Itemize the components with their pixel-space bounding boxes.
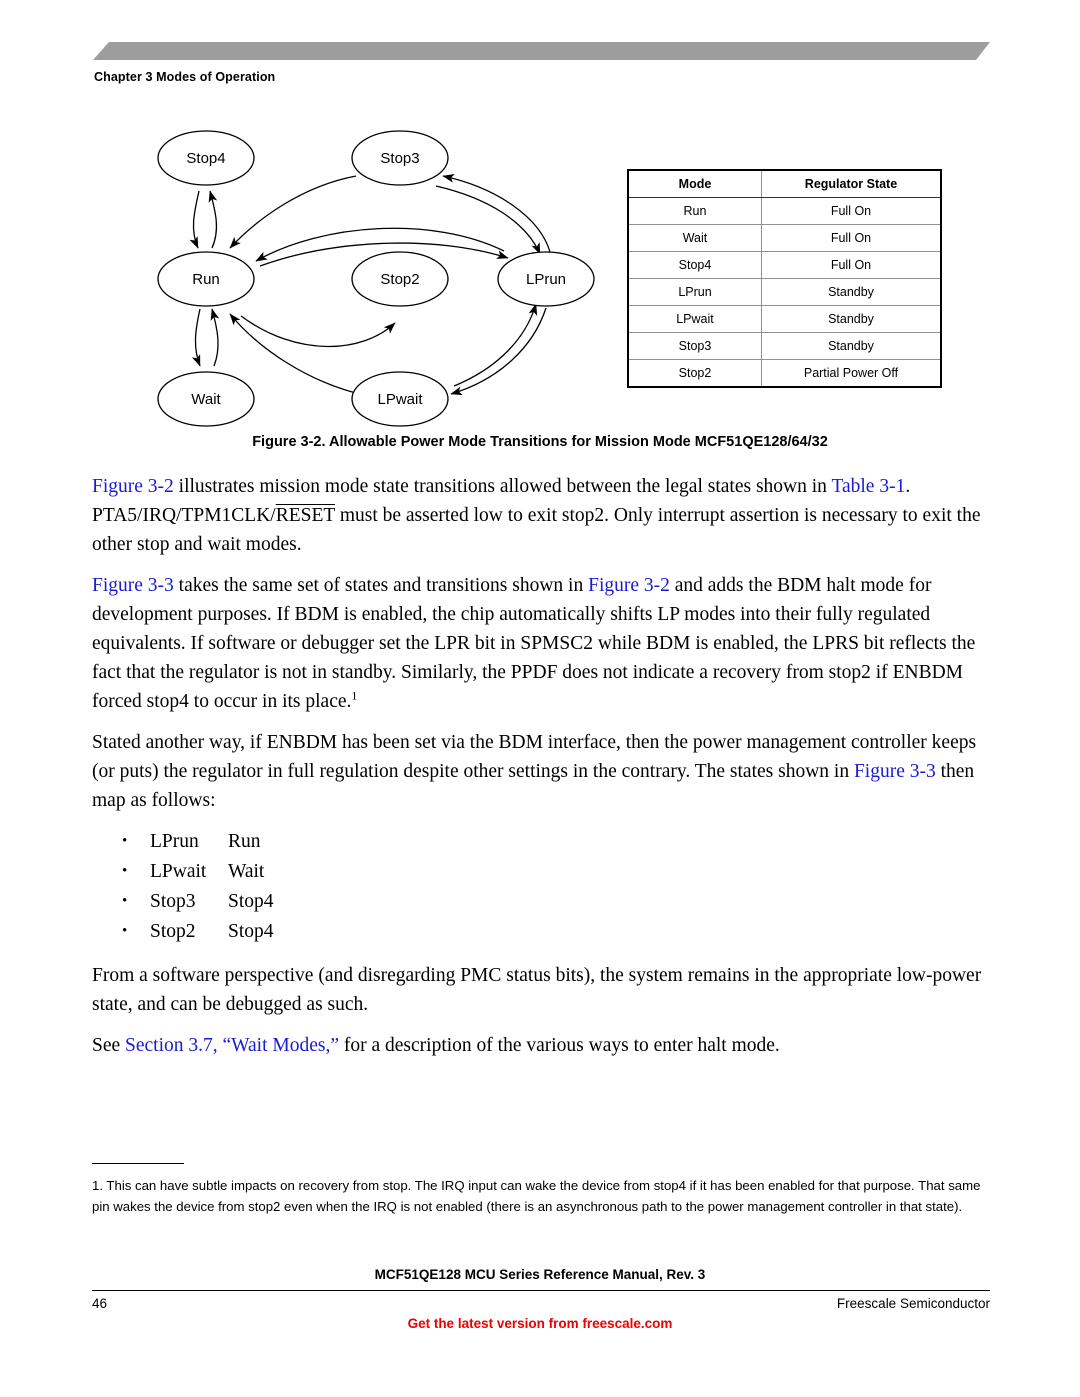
table-row: Wait Full On [628,224,941,252]
cell-regulator-state: Standby [761,305,941,333]
paragraph-1-text-a: illustrates mission mode state transitio… [173,476,832,497]
paragraph-3: Stated another way, if ENBDM has been se… [92,728,992,815]
paragraph-1: Figure 3-2 illustrates mission mode stat… [92,472,992,559]
map-to: Stop4 [228,891,274,912]
table-header-mode: Mode [628,170,762,198]
cell-regulator-state: Full On [761,251,941,279]
table-row: Stop4 Full On [628,251,941,279]
table-row: LPwait Standby [628,305,941,333]
cell-mode: Run [628,197,762,225]
footer-manual-title: MCF51QE128 MCU Series Reference Manual, … [374,1267,706,1282]
cell-regulator-state: Full On [761,224,941,252]
table-header-row: Mode Regulator State [628,170,941,198]
cell-mode: Stop3 [628,332,762,360]
link-figure-3-2[interactable]: Figure 3-2 [92,476,174,497]
state-label-lprun: LPrun [526,271,566,288]
figure-area: Stop4 Stop3 Run Stop2 LPrun Wait LPwait … [0,118,1080,428]
list-item: LPrun Run [118,826,992,857]
footer-separator-rule [92,1290,990,1291]
mode-regulator-table: Mode Regulator State Run Full On Wait Fu… [627,169,942,388]
state-label-wait: Wait [191,391,221,408]
power-mode-state-diagram: Stop4 Stop3 Run Stop2 LPrun Wait LPwait [148,118,618,428]
cell-mode: Stop4 [628,251,762,279]
body-content: Figure 3-2 illustrates mission mode stat… [92,472,992,1072]
map-to: Wait [228,861,265,882]
cell-mode: LPrun [628,278,762,306]
paragraph-2: Figure 3-3 takes the same set of states … [92,571,992,716]
cell-regulator-state: Partial Power Off [761,359,941,387]
state-label-stop4: Stop4 [186,150,225,167]
link-figure-3-3-second[interactable]: Figure 3-3 [854,761,936,782]
figure-caption: Figure 3-2. Allowable Power Mode Transit… [252,434,828,450]
table-row: Run Full On [628,197,941,225]
paragraph-2-text-a: takes the same set of states and transit… [173,575,589,596]
mode-mapping-list: LPrunRun LPwaitWait Stop3Stop4 Stop2Stop… [92,826,992,947]
cell-mode: Wait [628,224,762,252]
link-table-3-1[interactable]: Table 3-1 [831,476,905,497]
paragraph-5-text-b: for a description of the various ways to… [339,1035,780,1056]
header-banner [93,42,990,60]
link-figure-3-3[interactable]: Figure 3-3 [92,575,174,596]
list-item: LPwait Wait [118,856,992,887]
footer-page-number: 46 [92,1296,108,1311]
map-from: Stop2 [150,921,196,942]
list-item: Stop3 Stop4 [118,886,992,917]
map-to: Run [228,831,261,852]
map-from: LPwait [150,861,207,882]
paragraph-5-text-a: See [92,1035,126,1056]
footer-company-name: Freescale Semiconductor [836,1296,990,1311]
state-label-stop2: Stop2 [380,271,419,288]
cell-regulator-state: Full On [761,197,941,225]
link-section-3-7-wait-modes[interactable]: Section 3.7, “Wait Modes,” [125,1035,339,1056]
link-figure-3-2-second[interactable]: Figure 3-2 [588,575,670,596]
list-item: Stop2 Stop4 [118,916,992,947]
map-from: LPrun [150,831,199,852]
footnote-marker: 1 [351,688,358,703]
state-label-lpwait: LPwait [377,391,423,408]
state-label-run: Run [192,271,220,288]
map-to: Stop4 [228,921,274,942]
map-from: Stop3 [150,891,196,912]
footnote-text: 1. This can have subtle impacts on recov… [92,1178,981,1214]
cell-regulator-state: Standby [761,332,941,360]
footer-promo-link[interactable]: Get the latest version from freescale.co… [0,1316,1080,1331]
chapter-title: Chapter 3 Modes of Operation [94,70,276,84]
paragraph-4: From a software perspective (and disrega… [92,965,982,1015]
reset-signal-overline: RESET [275,505,335,526]
footnote-separator-rule [92,1163,184,1164]
cell-mode: LPwait [628,305,762,333]
paragraph-5: See Section 3.7, “Wait Modes,” for a des… [92,1031,992,1060]
table-row: Stop3 Standby [628,332,941,360]
state-label-stop3: Stop3 [380,150,419,167]
cell-mode: Stop2 [628,359,762,387]
cell-regulator-state: Standby [761,278,941,306]
table-row: Stop2 Partial Power Off [628,359,941,387]
paragraph-3-text-a: Stated another way, if ENBDM has been se… [92,732,977,782]
table-header-regulator-state: Regulator State [761,170,941,198]
table-row: LPrun Standby [628,278,941,306]
